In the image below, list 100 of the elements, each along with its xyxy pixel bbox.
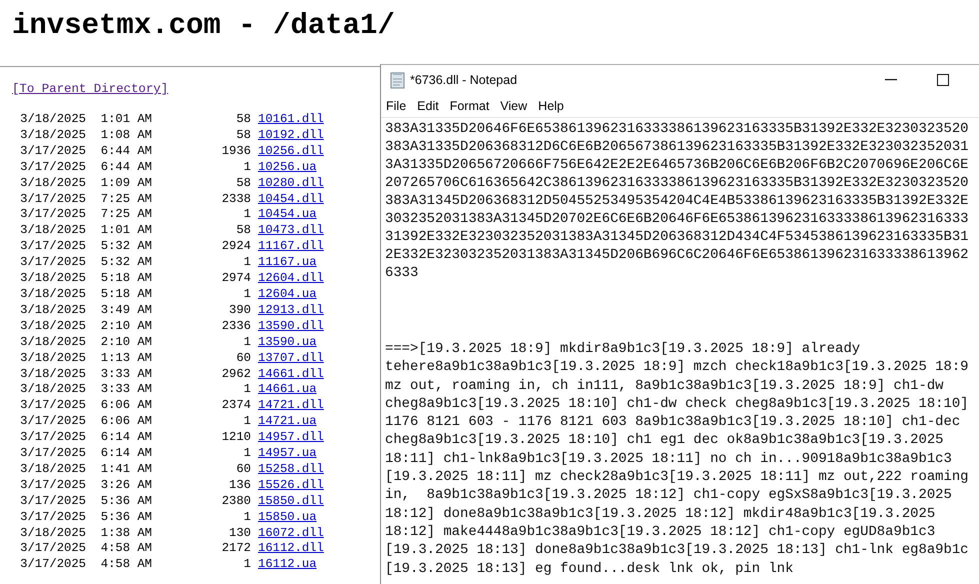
file-time: 1:01 AM	[100, 223, 152, 240]
file-link[interactable]: 14661.ua	[258, 382, 317, 398]
file-time: 6:06 AM	[100, 414, 152, 430]
file-size: 390	[228, 302, 251, 319]
file-time: 4:58 AM	[100, 557, 152, 574]
text-line: 3032352031383A31345D20702E6C6E6B20646F6E653861396231633338613962316333	[385, 210, 970, 228]
file-link[interactable]: 11167.dll	[258, 239, 324, 256]
file-link[interactable]: 13707.dll	[258, 350, 324, 366]
file-date: 3/17/2025	[19, 430, 86, 446]
file-link[interactable]: 12604.ua	[258, 286, 317, 303]
file-link[interactable]: 10473.dll	[258, 223, 324, 240]
file-time: 2:10 AM	[100, 318, 152, 335]
notepad-icon	[390, 71, 406, 89]
file-link[interactable]: 15850.ua	[258, 510, 317, 526]
file-link[interactable]: 15526.dll	[258, 478, 324, 494]
menu-item[interactable]: Edit	[417, 99, 439, 113]
menu-item[interactable]: File	[386, 99, 406, 113]
file-link[interactable]: 12913.dll	[258, 302, 324, 319]
text-line: [19.3.2025 18:13] eg found...desk lnk ok, pin lnk	[385, 560, 794, 578]
file-time: 3:26 AM	[100, 478, 152, 494]
file-date: 3/18/2025	[19, 382, 86, 398]
file-time: 2:10 AM	[100, 334, 152, 351]
file-date: 3/17/2025	[19, 414, 86, 430]
maximize-icon[interactable]	[937, 74, 949, 86]
file-time: 5:32 AM	[100, 239, 152, 256]
file-size: 2336	[220, 318, 251, 335]
file-date: 3/17/2025	[19, 398, 86, 414]
file-time: 6:14 AM	[100, 430, 152, 446]
menu-item[interactable]: Format	[450, 99, 490, 113]
file-link[interactable]: 11167.ua	[258, 255, 317, 272]
file-link[interactable]: 10192.dll	[258, 128, 324, 144]
file-size: 1	[242, 334, 251, 351]
file-link[interactable]: 15258.dll	[258, 462, 324, 478]
text-line: 31392E332E323032352031383A31345D206368312D434C4F5345386139623163335B31	[385, 228, 970, 246]
file-size: 2374	[220, 398, 251, 414]
file-time: 7:25 AM	[100, 207, 152, 224]
file-size: 60	[235, 350, 251, 366]
text-line: in, 8a9b1c38a9b1c3[19.3.2025 18:12] ch1-copy egSxS8a9b1c3[19.3.2025	[385, 486, 953, 505]
file-link[interactable]: 13590.ua	[258, 334, 317, 351]
file-date: 3/18/2025	[19, 366, 86, 382]
file-date: 3/18/2025	[19, 128, 86, 144]
file-link[interactable]: 14957.dll	[258, 430, 324, 446]
parent-directory-link[interactable]: [To Parent Directory]	[12, 82, 168, 96]
file-size: 2172	[220, 541, 251, 558]
file-size: 1	[242, 382, 251, 398]
file-date: 3/17/2025	[19, 144, 86, 160]
file-link[interactable]: 14957.ua	[258, 446, 317, 462]
file-link[interactable]: 14661.dll	[258, 366, 324, 382]
file-time: 1:01 AM	[100, 112, 152, 128]
file-time: 7:25 AM	[100, 192, 152, 208]
file-link[interactable]: 12604.dll	[258, 271, 324, 287]
file-link[interactable]: 14721.ua	[258, 414, 317, 430]
file-link[interactable]: 13590.dll	[258, 318, 324, 335]
file-link[interactable]: 16112.dll	[258, 541, 324, 558]
file-size: 1	[242, 557, 251, 574]
file-size: 1	[242, 286, 251, 303]
text-line: 18:12] done8a9b1c38a9b1c3[19.3.2025 18:12] mkdir48a9b1c3[19.3.2025	[385, 504, 936, 523]
file-size: 1210	[220, 430, 251, 446]
file-size: 58	[235, 112, 251, 128]
file-date: 3/18/2025	[19, 334, 86, 351]
text-line: 2E332E323032352031383A31345D206B696C6C20646F6E653861396231633338613962	[385, 246, 970, 264]
file-date: 3/17/2025	[19, 192, 86, 208]
file-time: 5:36 AM	[100, 494, 152, 510]
text-line: ===>[19.3.2025 18:9] mkdir8a9b1c3[19.3.2025 18:9] already	[385, 340, 862, 358]
minimize-icon[interactable]	[885, 79, 897, 81]
text-line: [19.3.2025 18:11] mz check28a9b1c3[19.3.2025 18:11] mz out,222 roaming	[385, 468, 970, 486]
text-line: [19.3.2025 18:13] done8a9b1c38a9b1c3[19.3.2025 18:13] ch1-lnk eg8a9b1c	[385, 541, 970, 560]
file-link[interactable]: 10454.dll	[258, 192, 324, 208]
file-size: 1	[242, 255, 251, 272]
file-time: 4:58 AM	[100, 541, 152, 558]
file-link[interactable]: 10256.dll	[258, 144, 324, 160]
text-line: 18:12] make4448a9b1c38a9b1c3[19.3.2025 18:12] ch1-copy egUD8a9b1c3	[385, 522, 936, 542]
file-date: 3/18/2025	[19, 526, 86, 542]
file-link[interactable]: 10161.dll	[258, 112, 324, 128]
file-size: 2380	[220, 494, 251, 510]
text-line: 18:11] ch1-lnk8a9b1c3[19.3.2025 18:11] no ch in...90918a9b1c38a9b1c3	[385, 450, 953, 468]
file-link[interactable]: 14721.dll	[258, 398, 324, 414]
file-size: 1	[242, 160, 251, 176]
menu-item[interactable]: Help	[538, 99, 564, 113]
file-link[interactable]: 16112.ua	[258, 557, 317, 574]
file-time: 5:36 AM	[100, 510, 152, 526]
menu-item[interactable]: View	[500, 99, 528, 113]
file-size: 1	[242, 207, 251, 224]
window-title: *6736.dll - Notepad	[410, 73, 518, 87]
file-link[interactable]: 16072.dll	[258, 526, 324, 542]
file-time: 1:08 AM	[100, 128, 152, 144]
text-line: tehere8a9b1c38a9b1c3[19.3.2025 18:9] mzch check18a9b1c3[19.3.2025 18:9	[385, 358, 970, 377]
file-link[interactable]: 15850.dll	[258, 494, 324, 510]
file-link[interactable]: 10454.ua	[258, 207, 317, 224]
file-link[interactable]: 10256.ua	[258, 160, 317, 176]
file-date: 3/18/2025	[19, 271, 86, 287]
file-date: 3/17/2025	[19, 541, 86, 558]
file-link[interactable]: 10280.dll	[258, 176, 324, 192]
file-time: 1:38 AM	[100, 526, 152, 542]
text-line: 3A31335D20656720666F756E642E2E2E6465736B206C6E6B206F6B2C2070696E206C6E	[385, 156, 970, 174]
file-time: 1:13 AM	[100, 350, 152, 366]
text-line: 6333	[385, 264, 420, 282]
file-date: 3/18/2025	[19, 176, 86, 192]
file-time: 6:06 AM	[100, 398, 152, 414]
file-size: 1	[242, 446, 251, 462]
